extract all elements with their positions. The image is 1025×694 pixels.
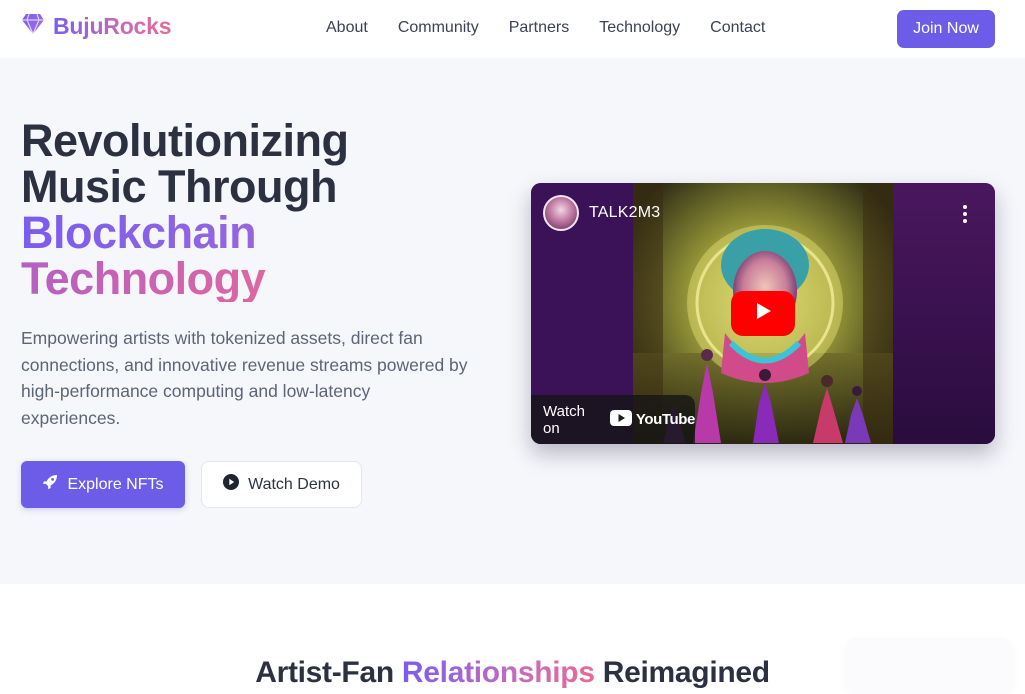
section-title-part-1: Artist-Fan	[255, 656, 402, 689]
nav-link-community[interactable]: Community	[398, 19, 479, 37]
video-embed[interactable]: TALK2M3 Watch on YouTube	[531, 183, 995, 444]
rocket-icon	[42, 474, 58, 495]
watch-on-label: Watch on	[543, 402, 585, 437]
video-backdrop-right	[893, 183, 995, 444]
youtube-play-icon	[753, 301, 773, 326]
explore-nfts-label: Explore NFTs	[67, 475, 164, 493]
nav-link-contact[interactable]: Contact	[710, 19, 765, 37]
join-now-button[interactable]: Join Now	[897, 10, 995, 48]
youtube-wordmark: YouTube	[635, 411, 696, 428]
nav-link-partners[interactable]: Partners	[509, 19, 569, 37]
section-title-part-3: Reimagined	[594, 656, 770, 689]
video-channel-info[interactable]: TALK2M3	[543, 195, 660, 231]
play-circle-icon	[223, 474, 240, 495]
youtube-logo-icon	[609, 409, 632, 430]
hero-title-line-2: Music Through	[21, 161, 337, 212]
section-title-highlight: Relationships	[401, 656, 595, 689]
brand-name: BujuRocks	[53, 13, 172, 39]
explore-nfts-button[interactable]: Explore NFTs	[21, 461, 185, 508]
channel-avatar[interactable]	[543, 195, 579, 231]
hero-description: Empowering artists with tokenized assets…	[21, 328, 468, 428]
nav-links: About Community Partners Technology Cont…	[326, 19, 795, 37]
hero-title: Revolutionizing Music Through Blockchain…	[21, 115, 349, 302]
watch-demo-label: Watch Demo	[248, 475, 340, 493]
hero-title-line-3: Blockchain	[21, 210, 348, 256]
nav-link-technology[interactable]: Technology	[599, 19, 680, 37]
youtube-play-button[interactable]	[731, 291, 795, 336]
brand-logo[interactable]: BujuRocks	[21, 13, 172, 40]
nav-link-about[interactable]: About	[326, 19, 368, 37]
top-navbar: BujuRocks About Community Partners Techn…	[0, 0, 1025, 58]
gem-icon	[21, 13, 45, 40]
hero-title-line-1: Revolutionizing	[21, 115, 349, 166]
watch-on-youtube-link[interactable]: Watch on YouTube	[531, 395, 695, 444]
kebab-menu-icon[interactable]	[963, 205, 967, 223]
channel-name[interactable]: TALK2M3	[589, 204, 660, 222]
hero-title-line-4: Technology	[21, 256, 348, 302]
watch-demo-button[interactable]: Watch Demo	[201, 461, 362, 508]
section-title-relationships: Artist-Fan Relationships Reimagined	[0, 656, 1025, 690]
youtube-logo: YouTube	[609, 409, 696, 430]
hero-section: Revolutionizing Music Through Blockchain…	[0, 58, 1025, 584]
